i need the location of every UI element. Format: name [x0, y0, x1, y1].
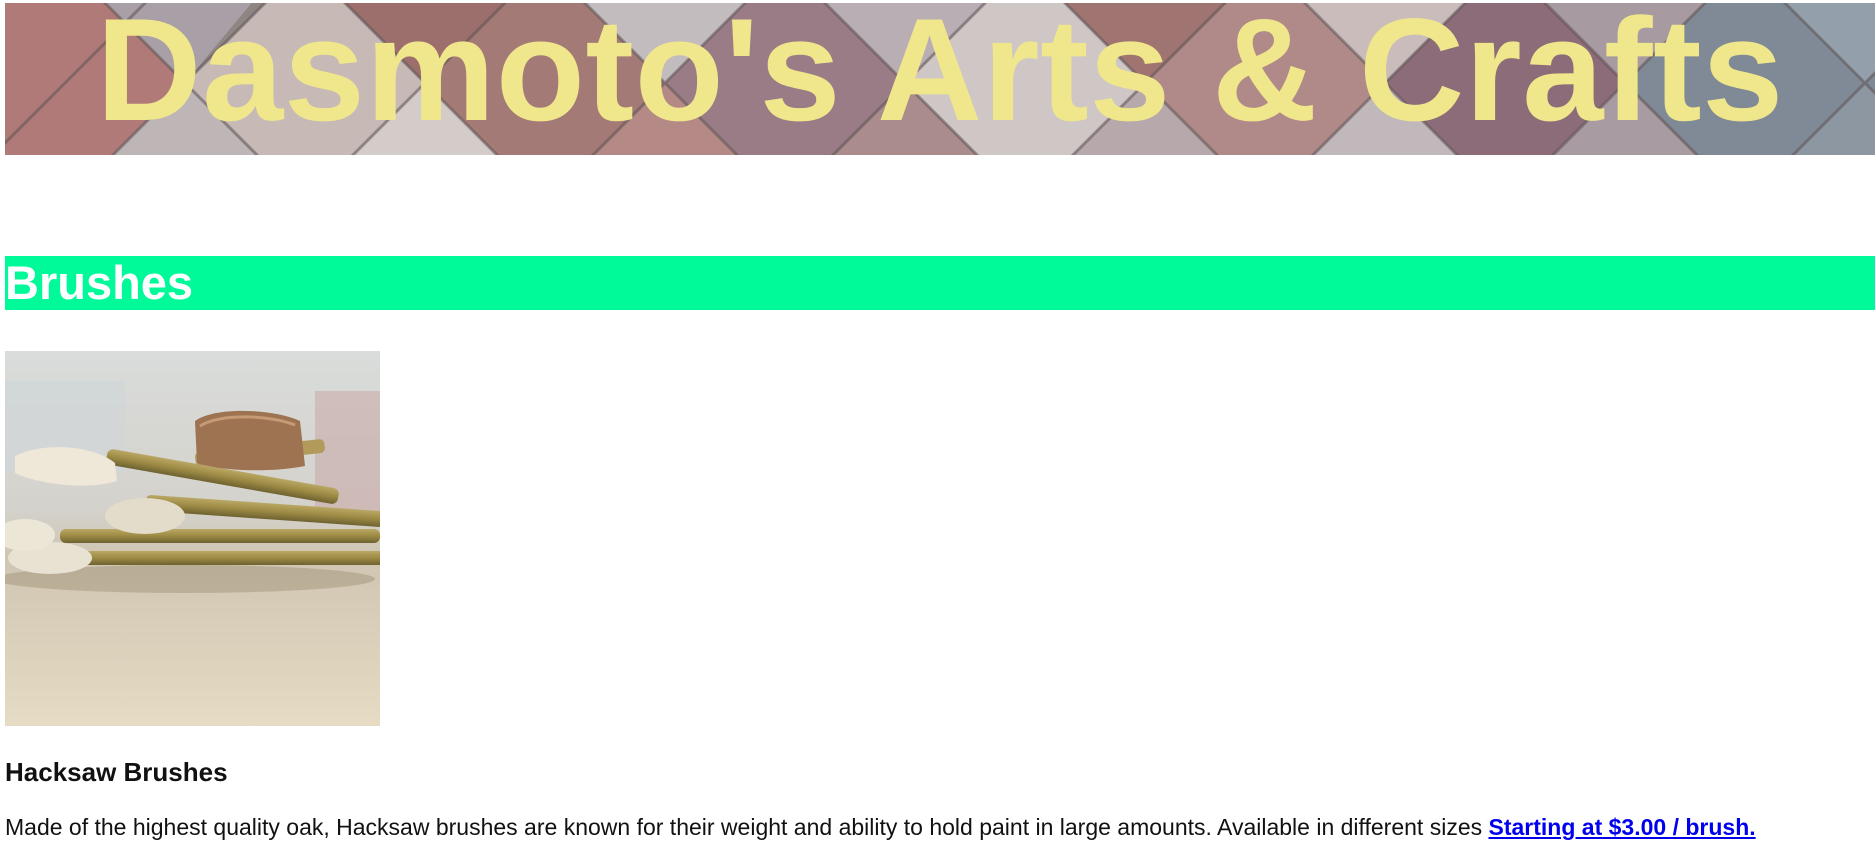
- price-link[interactable]: Starting at $3.00 / brush.: [1489, 814, 1756, 840]
- product-description-text: Made of the highest quality oak, Hacksaw…: [5, 814, 1489, 840]
- brushes-photo: [5, 351, 380, 726]
- brushes-section: Brushes Hacksaw Brushes Made of the high…: [5, 256, 1875, 841]
- product-name: Hacksaw Brushes: [5, 757, 228, 787]
- section-heading: Brushes: [5, 256, 194, 309]
- section-heading-bar: Brushes: [5, 256, 1875, 310]
- product-description: Made of the highest quality oak, Hacksaw…: [5, 813, 1875, 841]
- page: Dasmoto's Arts & Crafts Brushes Hacksaw …: [0, 0, 1875, 859]
- header-banner: Dasmoto's Arts & Crafts: [5, 3, 1875, 155]
- site-title: Dasmoto's Arts & Crafts: [96, 3, 1784, 151]
